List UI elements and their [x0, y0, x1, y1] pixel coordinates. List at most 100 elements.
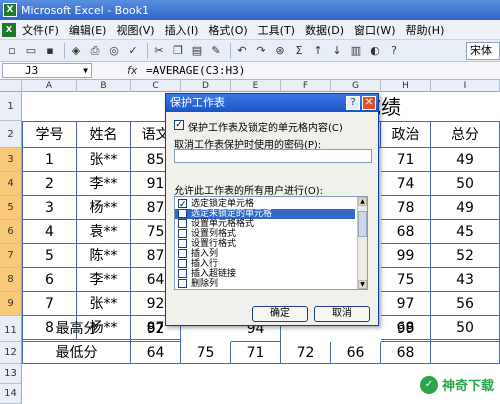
column-header-c[interactable]: C	[131, 80, 181, 92]
sort-ascending-icon[interactable]: ↑	[310, 43, 326, 59]
ok-button[interactable]: 确定	[252, 306, 308, 322]
student-name-cell[interactable]: 杨**	[77, 196, 131, 220]
student-id-cell[interactable]: 4	[22, 220, 77, 244]
min-score-cell[interactable]: 64	[131, 342, 181, 364]
select-all-corner[interactable]	[0, 80, 22, 92]
min-score-label[interactable]: 最低分	[22, 342, 131, 364]
column-header-a[interactable]: A	[22, 80, 77, 92]
zoom-icon[interactable]: ◐	[367, 43, 383, 59]
politics-score-cell[interactable]: 75	[381, 268, 431, 292]
permission-checkbox[interactable]	[178, 239, 187, 248]
menu-insert[interactable]: 插入(I)	[165, 22, 199, 38]
copy-icon[interactable]: ❐	[170, 43, 186, 59]
open-folder-icon[interactable]: ▭	[23, 43, 39, 59]
row-header-2[interactable]: 2	[0, 121, 22, 148]
student-id-cell[interactable]: 1	[22, 148, 77, 172]
row-header-7[interactable]: 7	[0, 244, 22, 268]
column-header-b[interactable]: B	[77, 80, 131, 92]
student-id-cell[interactable]: 7	[22, 292, 77, 316]
excel-doc-icon[interactable]: X	[2, 22, 16, 37]
min-score-cell[interactable]: 71	[231, 342, 281, 364]
help-icon[interactable]: ?	[386, 43, 402, 59]
permission-item[interactable]: 删除列	[175, 279, 355, 289]
min-score-cell[interactable]: 75	[181, 342, 231, 364]
cancel-button[interactable]: 取消	[314, 306, 370, 322]
student-name-cell[interactable]: 李**	[77, 172, 131, 196]
print-preview-icon[interactable]: ◎	[106, 43, 122, 59]
format-painter-icon[interactable]: ✎	[208, 43, 224, 59]
permission-item[interactable]: 插入行	[175, 259, 355, 269]
politics-score-cell[interactable]: 68	[381, 220, 431, 244]
max-score-total[interactable]	[431, 316, 500, 342]
student-name-cell[interactable]: 袁**	[77, 220, 131, 244]
column-header-f[interactable]: F	[281, 80, 331, 92]
min-score-cell[interactable]: 66	[331, 342, 381, 364]
total-score-cell[interactable]: 50	[431, 172, 500, 196]
header-total[interactable]: 总分	[431, 121, 500, 148]
total-score-cell[interactable]: 49	[431, 196, 500, 220]
hyperlink-icon[interactable]: ⊛	[272, 43, 288, 59]
permission-item[interactable]: 设置列格式	[175, 229, 355, 239]
new-file-icon[interactable]: ▫	[4, 43, 20, 59]
formula-input[interactable]: =AVERAGE(C3:H3)	[146, 64, 245, 77]
permission-checkbox[interactable]	[178, 249, 187, 258]
total-score-cell[interactable]: 56	[431, 292, 500, 316]
politics-score-cell[interactable]: 71	[381, 148, 431, 172]
student-id-cell[interactable]: 3	[22, 196, 77, 220]
student-id-cell[interactable]: 5	[22, 244, 77, 268]
scroll-down-icon[interactable]: ▼	[358, 280, 367, 289]
redo-icon[interactable]: ↷	[253, 43, 269, 59]
min-score-total[interactable]	[431, 342, 500, 364]
permission-checkbox[interactable]: ✓	[178, 199, 187, 210]
permission-item[interactable]: ✓ 选定锁定单元格	[175, 199, 355, 210]
column-header-i[interactable]: I	[431, 80, 500, 92]
password-input[interactable]	[174, 149, 372, 163]
row-header-3[interactable]: 3	[0, 148, 22, 172]
row-header-14[interactable]: 14	[0, 384, 22, 404]
name-box[interactable]: J3 ▼	[2, 63, 92, 78]
student-name-cell[interactable]: 张**	[77, 148, 131, 172]
header-student-id[interactable]: 学号	[22, 121, 77, 148]
header-politics[interactable]: 政治	[381, 121, 431, 148]
row-header-11[interactable]: 11	[0, 320, 22, 342]
dialog-title-bar[interactable]: 保护工作表 ? ✕	[166, 94, 378, 112]
row-header-9[interactable]: 9	[0, 292, 22, 316]
politics-score-cell[interactable]: 74	[381, 172, 431, 196]
permission-item[interactable]: ✓ 选定未锁定的单元格	[175, 209, 355, 220]
politics-score-cell[interactable]: 97	[381, 292, 431, 316]
politics-score-cell[interactable]: 78	[381, 196, 431, 220]
scroll-up-icon[interactable]: ▲	[358, 197, 367, 206]
row-header-12[interactable]: 12	[0, 342, 22, 364]
header-name[interactable]: 姓名	[77, 121, 131, 148]
column-header-e[interactable]: E	[231, 80, 281, 92]
menu-tools[interactable]: 工具(T)	[258, 22, 295, 38]
function-icon[interactable]: fx	[127, 64, 137, 77]
font-name-select[interactable]: 宋体	[466, 42, 500, 60]
permission-checkbox[interactable]	[178, 259, 187, 268]
menu-view[interactable]: 视图(V)	[116, 22, 154, 38]
permission-item[interactable]: 设置行格式	[175, 239, 355, 249]
permission-checkbox[interactable]	[178, 279, 187, 288]
column-header-d[interactable]: D	[181, 80, 231, 92]
scroll-thumb[interactable]	[358, 211, 367, 237]
row-header-6[interactable]: 6	[0, 220, 22, 244]
save-icon[interactable]: ▪	[42, 43, 58, 59]
student-name-cell[interactable]: 陈**	[77, 244, 131, 268]
permission-checkbox[interactable]	[178, 269, 187, 278]
print-icon[interactable]: ⎙	[87, 43, 103, 59]
student-name-cell[interactable]: 李**	[77, 268, 131, 292]
row-header-1[interactable]: 1	[0, 92, 22, 121]
row-header-4[interactable]: 4	[0, 172, 22, 196]
row-header-8[interactable]: 8	[0, 268, 22, 292]
max-score-label[interactable]: 最高分	[22, 316, 131, 342]
total-score-cell[interactable]: 49	[431, 148, 500, 172]
protect-contents-checkbox[interactable]: ✓	[174, 120, 184, 130]
row-header-5[interactable]: 5	[0, 196, 22, 220]
column-header-h[interactable]: H	[381, 80, 431, 92]
min-score-cell[interactable]: 68	[381, 342, 431, 364]
student-id-cell[interactable]: 6	[22, 268, 77, 292]
permission-item[interactable]: 插入列	[175, 249, 355, 259]
permission-icon[interactable]: ◈	[68, 43, 84, 59]
politics-score-cell[interactable]: 99	[381, 244, 431, 268]
permission-item[interactable]: 设置单元格格式	[175, 219, 355, 229]
